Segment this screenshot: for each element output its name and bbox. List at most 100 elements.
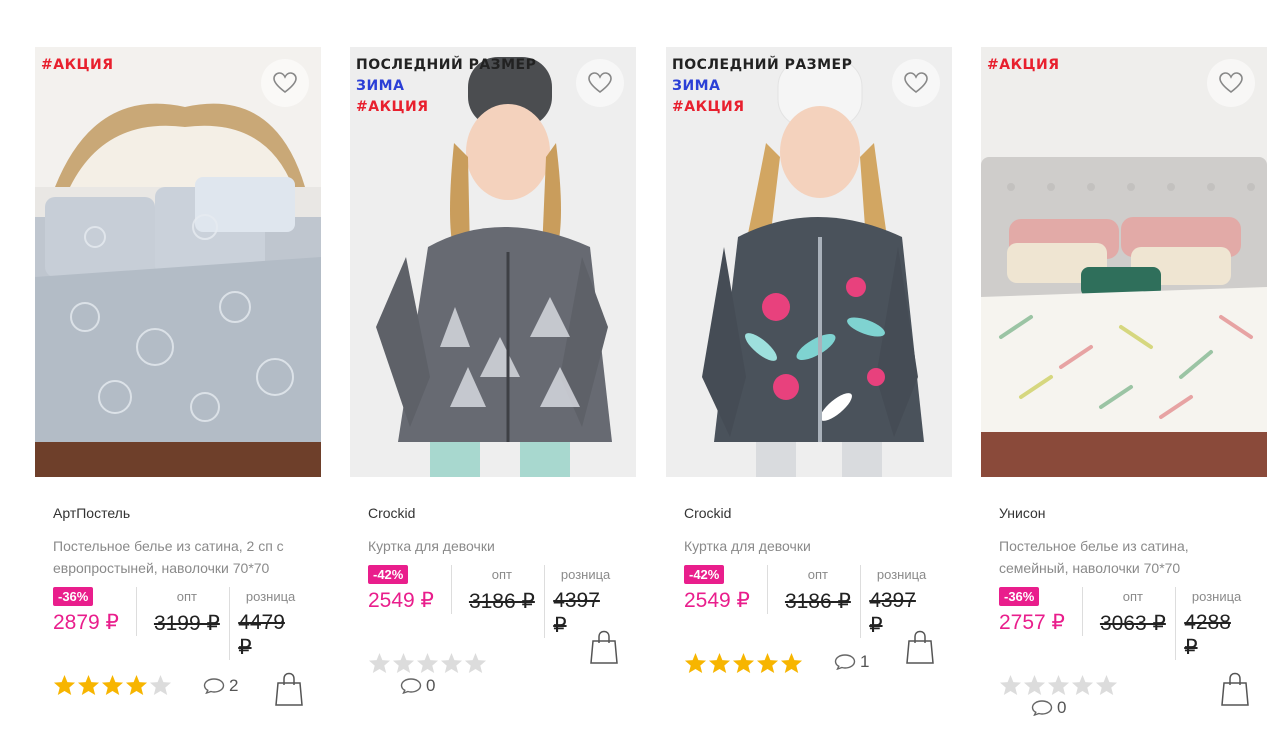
product-brand[interactable]: АртПостель (53, 505, 303, 523)
reviews-count[interactable]: 0 (1031, 698, 1066, 718)
product-card[interactable]: ПОСЛЕДНИЙ РАЗМЕР ЗИМА #АКЦИЯ Crockid Кур… (666, 47, 952, 696)
reviews-count[interactable]: 0 (400, 676, 435, 696)
favorite-button[interactable] (261, 59, 309, 107)
current-price: 2549 ₽ (368, 589, 434, 612)
star-icon[interactable] (684, 652, 707, 674)
product-tags: ПОСЛЕДНИЙ РАЗМЕР ЗИМА #АКЦИЯ (672, 55, 852, 118)
retail-label: розница (245, 589, 296, 604)
star-icon[interactable] (101, 674, 124, 696)
discount-badge: -36% (53, 587, 94, 606)
add-to-cart-button[interactable] (275, 672, 303, 706)
comment-icon (834, 654, 856, 670)
star-icon[interactable] (53, 674, 76, 696)
star-icon[interactable] (1071, 674, 1094, 696)
product-tags: ПОСЛЕДНИЙ РАЗМЕР ЗИМА #АКЦИЯ (356, 55, 536, 118)
product-brand[interactable]: Crockid (368, 505, 618, 523)
retail-price: 4288 ₽ (1184, 611, 1231, 659)
star-icon[interactable] (149, 674, 172, 696)
star-icon[interactable] (1095, 674, 1118, 696)
sale-tag: #АКЦИЯ (41, 57, 114, 73)
bedding-leaves-image (981, 47, 1267, 477)
discount-badge: -42% (684, 565, 725, 584)
heart-icon (588, 72, 612, 94)
price-block: -36% 2757 ₽ опт 3063 ₽ розница 4288 ₽ (999, 587, 1249, 660)
star-icon[interactable] (416, 652, 439, 674)
star-icon[interactable] (780, 652, 803, 674)
comment-icon (203, 678, 225, 694)
star-icon[interactable] (708, 652, 731, 674)
opt-price: 3186 ₽ (784, 590, 851, 613)
favorite-button[interactable] (892, 59, 940, 107)
star-icon[interactable] (999, 674, 1022, 696)
last-size-tag: ПОСЛЕДНИЙ РАЗМЕР (356, 57, 537, 73)
star-icon[interactable] (368, 652, 391, 674)
product-title[interactable]: Постельное белье из сатина, семейный, на… (999, 535, 1249, 579)
product-card[interactable]: ПОСЛЕДНИЙ РАЗМЕР ЗИМА #АКЦИЯ Crockid Кур… (350, 47, 636, 696)
favorite-button[interactable] (1207, 59, 1255, 107)
star-icon[interactable] (732, 652, 755, 674)
opt-label: опт (176, 589, 198, 604)
opt-price: 3186 ₽ (468, 590, 535, 613)
price-block: -42% 2549 ₽ опт 3186 ₽ розница 4397 ₽ (684, 565, 934, 638)
heart-icon (1219, 72, 1243, 94)
star-icon[interactable] (464, 652, 487, 674)
opt-label: опт (807, 567, 829, 582)
bedding-paisley-image (35, 47, 321, 477)
star-icon[interactable] (125, 674, 148, 696)
product-tags: #АКЦИЯ (41, 55, 114, 76)
price-block: -36% 2879 ₽ опт 3199 ₽ розница 4479 ₽ (53, 587, 303, 660)
sale-tag: #АКЦИЯ (987, 57, 1060, 73)
price-block: -42% 2549 ₽ опт 3186 ₽ розница 4397 ₽ (368, 565, 618, 638)
reviews-count[interactable]: 2 (203, 676, 238, 696)
winter-tag: ЗИМА (356, 78, 405, 94)
star-icon[interactable] (1047, 674, 1070, 696)
star-icon[interactable] (77, 674, 100, 696)
product-brand[interactable]: Crockid (684, 505, 934, 523)
product-brand[interactable]: Унисон (999, 505, 1249, 523)
last-size-tag: ПОСЛЕДНИЙ РАЗМЕР (672, 57, 853, 73)
star-icon[interactable] (1023, 674, 1046, 696)
product-card[interactable]: #АКЦИЯ Унисон Постельное белье из сатина… (981, 47, 1267, 718)
current-price: 2879 ₽ (53, 611, 119, 634)
comment-icon (400, 678, 422, 694)
star-icon[interactable] (392, 652, 415, 674)
retail-label: розница (876, 567, 927, 582)
rating-stars[interactable] (368, 652, 487, 674)
sale-tag: #АКЦИЯ (672, 99, 745, 115)
rating-stars[interactable] (684, 652, 803, 674)
opt-price: 3199 ₽ (153, 612, 220, 635)
opt-label: опт (1122, 589, 1144, 604)
rating-stars[interactable] (999, 674, 1118, 696)
reviews-count[interactable]: 1 (834, 652, 869, 672)
favorite-button[interactable] (576, 59, 624, 107)
add-to-cart-button[interactable] (906, 630, 934, 664)
heart-icon (273, 72, 297, 94)
star-icon[interactable] (756, 652, 779, 674)
winter-tag: ЗИМА (672, 78, 721, 94)
reviews-number: 2 (229, 676, 239, 695)
comment-icon (1031, 700, 1053, 716)
shopping-bag-icon (1221, 672, 1249, 706)
product-card[interactable]: #АКЦИЯ АртПостель Постельное белье из са… (35, 47, 321, 718)
product-image[interactable]: #АКЦИЯ (35, 47, 321, 477)
reviews-number: 0 (1057, 698, 1067, 717)
add-to-cart-button[interactable] (1221, 672, 1249, 706)
product-image[interactable]: ПОСЛЕДНИЙ РАЗМЕР ЗИМА #АКЦИЯ (666, 47, 952, 477)
add-to-cart-button[interactable] (590, 630, 618, 664)
current-price: 2757 ₽ (999, 611, 1065, 634)
reviews-number: 1 (860, 652, 870, 671)
product-title[interactable]: Постельное белье из сатина, 2 сп с европ… (53, 535, 303, 579)
shopping-bag-icon (590, 630, 618, 664)
sale-tag: #АКЦИЯ (356, 99, 429, 115)
shopping-bag-icon (906, 630, 934, 664)
shopping-bag-icon (275, 672, 303, 706)
product-title[interactable]: Куртка для девочки (368, 535, 618, 557)
reviews-number: 0 (426, 676, 436, 695)
product-image[interactable]: #АКЦИЯ (981, 47, 1267, 477)
rating-stars[interactable] (53, 674, 172, 696)
product-image[interactable]: ПОСЛЕДНИЙ РАЗМЕР ЗИМА #АКЦИЯ (350, 47, 636, 477)
opt-label: опт (491, 567, 513, 582)
star-icon[interactable] (440, 652, 463, 674)
product-title[interactable]: Куртка для девочки (684, 535, 934, 557)
heart-icon (904, 72, 928, 94)
